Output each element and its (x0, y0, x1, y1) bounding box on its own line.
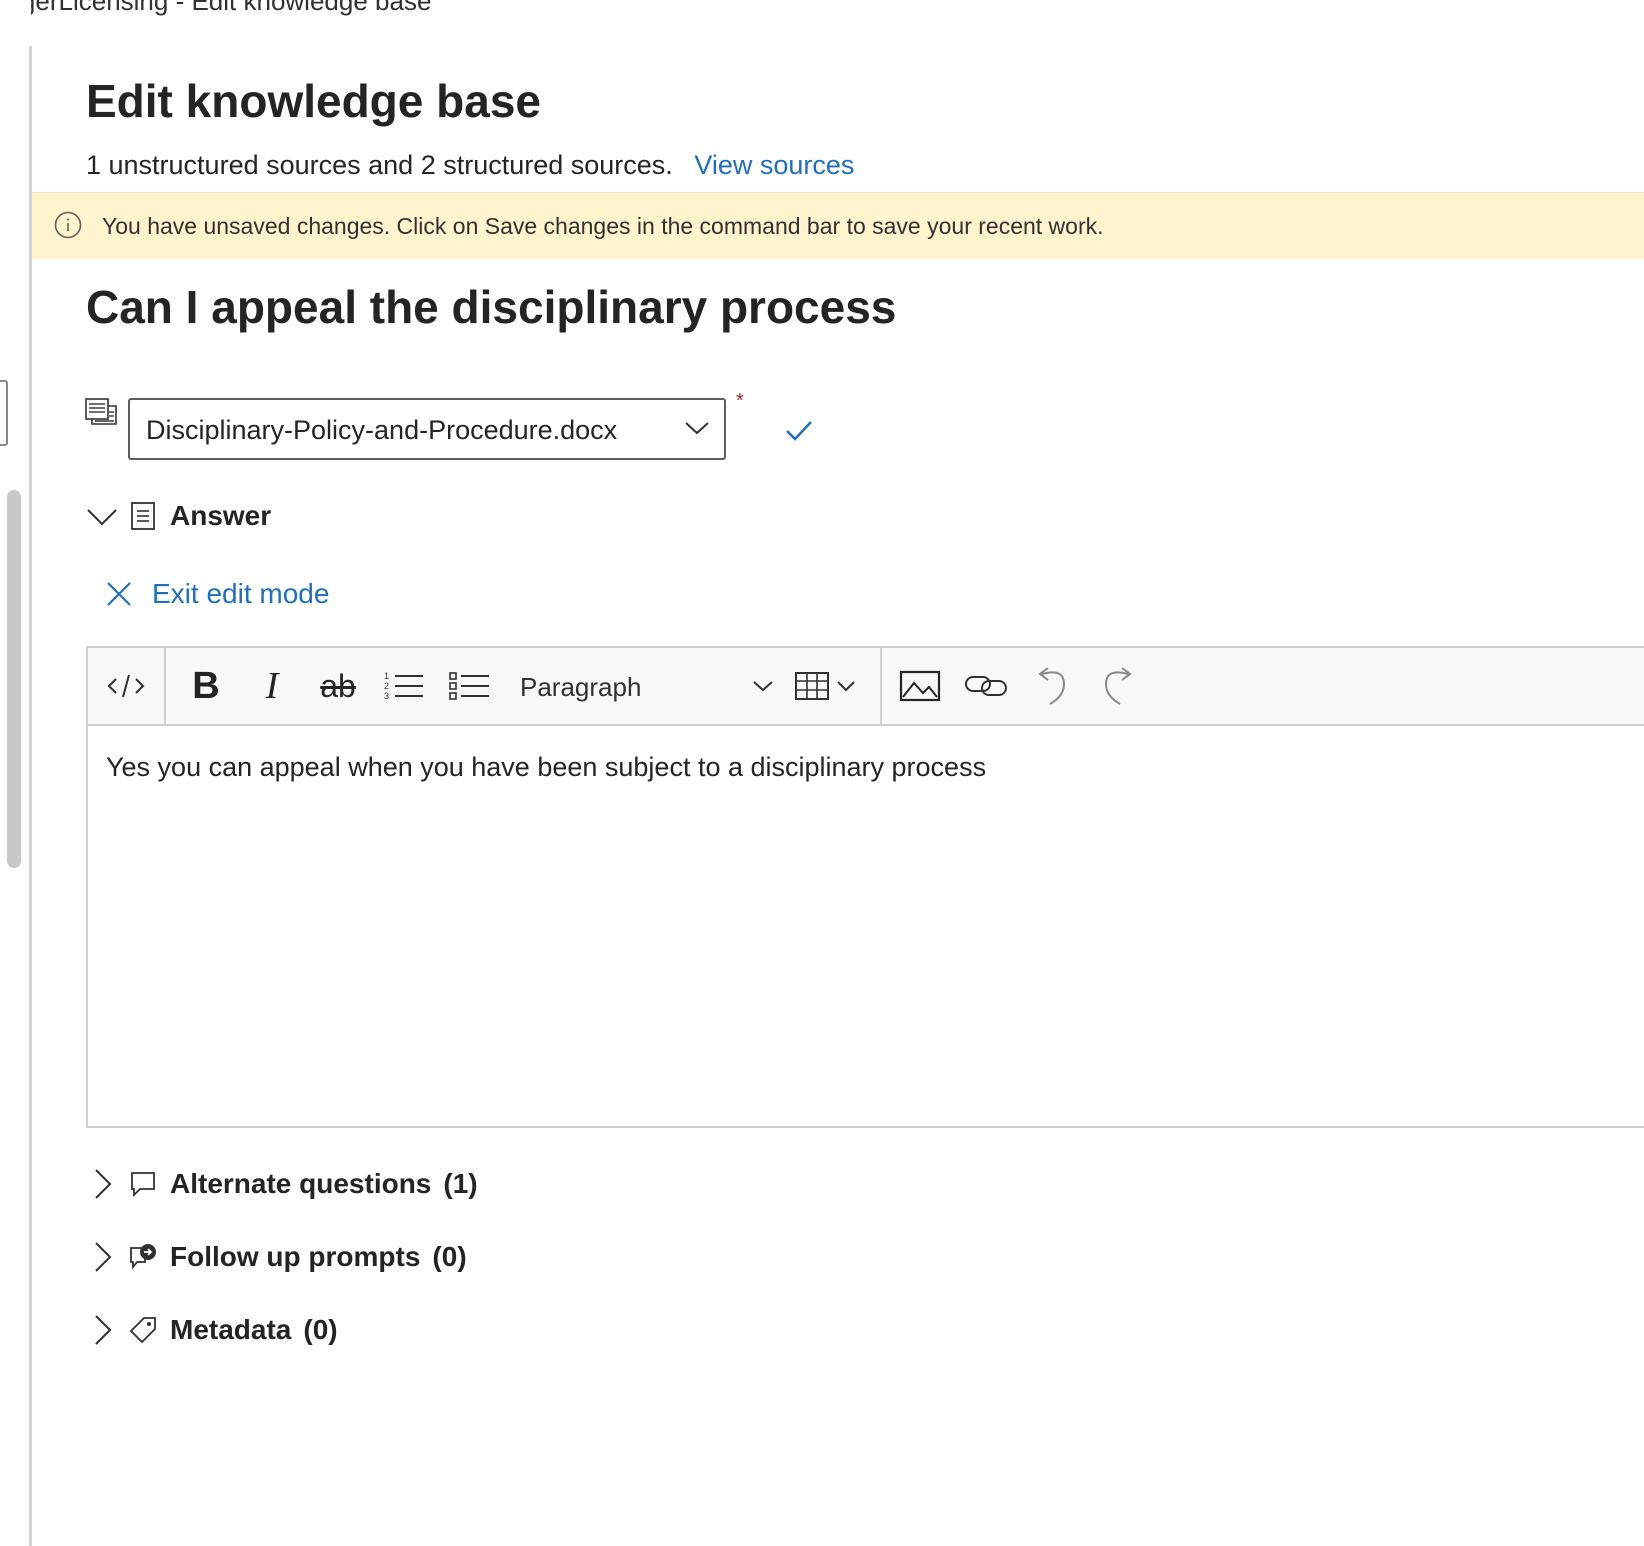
table-icon (795, 672, 855, 700)
follow-up-prompts-section[interactable]: Follow up prompts (0) (86, 1241, 467, 1273)
link-button[interactable] (962, 662, 1010, 710)
italic-icon: I (265, 665, 279, 707)
info-icon (54, 211, 82, 239)
close-icon (107, 582, 131, 606)
code-icon (107, 674, 145, 698)
undo-button[interactable] (1028, 662, 1076, 710)
rich-text-editor: B I ab 1 2 3 Paragraph Yes you can appea… (86, 646, 1644, 1128)
strikethrough-button[interactable]: ab (314, 662, 362, 710)
panel-divider[interactable] (29, 46, 32, 1546)
left-panel-control[interactable] (0, 380, 8, 446)
italic-button[interactable]: I (248, 662, 296, 710)
window-title: adgerLicensing - Edit knowledge base (0, 0, 432, 16)
editor-toolbar: B I ab 1 2 3 Paragraph (88, 648, 1644, 726)
view-sources-link[interactable]: View sources (694, 150, 854, 180)
document-source-icon (85, 398, 117, 425)
svg-text:1: 1 (384, 671, 389, 681)
alternate-questions-label: Alternate questions (170, 1168, 432, 1199)
numbered-list-button[interactable]: 1 2 3 (380, 662, 428, 710)
checkmark-icon[interactable] (784, 418, 814, 444)
image-icon (899, 670, 941, 702)
left-scrollbar[interactable] (7, 490, 21, 868)
sources-summary-text: 1 unstructured sources and 2 structured … (86, 150, 673, 180)
image-button[interactable] (896, 662, 944, 710)
chevron-down-icon (685, 422, 709, 435)
answer-section-header[interactable]: Answer (86, 500, 271, 532)
toolbar-separator (880, 648, 882, 724)
bold-icon: B (192, 664, 220, 707)
page-title: Edit knowledge base (86, 75, 541, 127)
link-icon (965, 676, 1007, 696)
svg-text:2: 2 (384, 681, 389, 691)
svg-text:3: 3 (384, 691, 389, 701)
bold-button[interactable]: B (182, 662, 230, 710)
chevron-right-icon (95, 1315, 112, 1345)
unsaved-changes-banner: You have unsaved changes. Click on Save … (32, 192, 1644, 259)
bulleted-list-icon (449, 672, 489, 700)
tag-icon (129, 1317, 156, 1344)
table-button[interactable] (794, 662, 864, 710)
undo-icon (1038, 667, 1066, 705)
chevron-right-icon (95, 1242, 112, 1272)
sources-summary: 1 unstructured sources and 2 structured … (86, 150, 854, 181)
exit-edit-mode-button[interactable]: Exit edit mode (104, 578, 329, 610)
question-title: Can I appeal the disciplinary process (86, 281, 897, 333)
alternate-questions-count: (1) (443, 1168, 478, 1199)
exit-edit-mode-label: Exit edit mode (152, 578, 330, 609)
toolbar-separator (164, 648, 166, 724)
source-dropdown-value: Disciplinary-Policy-and-Procedure.docx (146, 415, 618, 445)
follow-up-prompt-icon (130, 1244, 156, 1270)
metadata-section[interactable]: Metadata (0) (86, 1314, 338, 1346)
editor-content[interactable]: Yes you can appeal when you have been su… (106, 752, 986, 783)
chevron-right-icon (95, 1169, 112, 1199)
metadata-label: Metadata (170, 1314, 292, 1345)
follow-up-prompts-count: (0) (432, 1241, 467, 1272)
chat-bubble-icon (131, 1172, 155, 1198)
alternate-questions-section[interactable]: Alternate questions (1) (86, 1168, 478, 1200)
banner-message: You have unsaved changes. Click on Save … (102, 213, 1104, 239)
follow-up-prompts-label: Follow up prompts (170, 1241, 421, 1272)
redo-icon (1104, 667, 1132, 705)
redo-button[interactable] (1094, 662, 1142, 710)
answer-document-icon (131, 502, 155, 530)
bulleted-list-button[interactable] (446, 662, 494, 710)
metadata-count: (0) (303, 1314, 338, 1345)
source-dropdown[interactable]: Disciplinary-Policy-and-Procedure.docx (128, 398, 726, 460)
paragraph-format-value: Paragraph (520, 672, 642, 702)
code-view-button[interactable] (102, 662, 150, 710)
paragraph-format-dropdown[interactable]: Paragraph (520, 662, 774, 710)
chevron-down-icon (753, 681, 773, 692)
chevron-down-icon (87, 509, 117, 526)
required-indicator: * (736, 390, 744, 412)
answer-section-label: Answer (170, 500, 272, 531)
numbered-list-icon: 1 2 3 (384, 671, 423, 701)
strikethrough-icon: ab (320, 667, 356, 704)
